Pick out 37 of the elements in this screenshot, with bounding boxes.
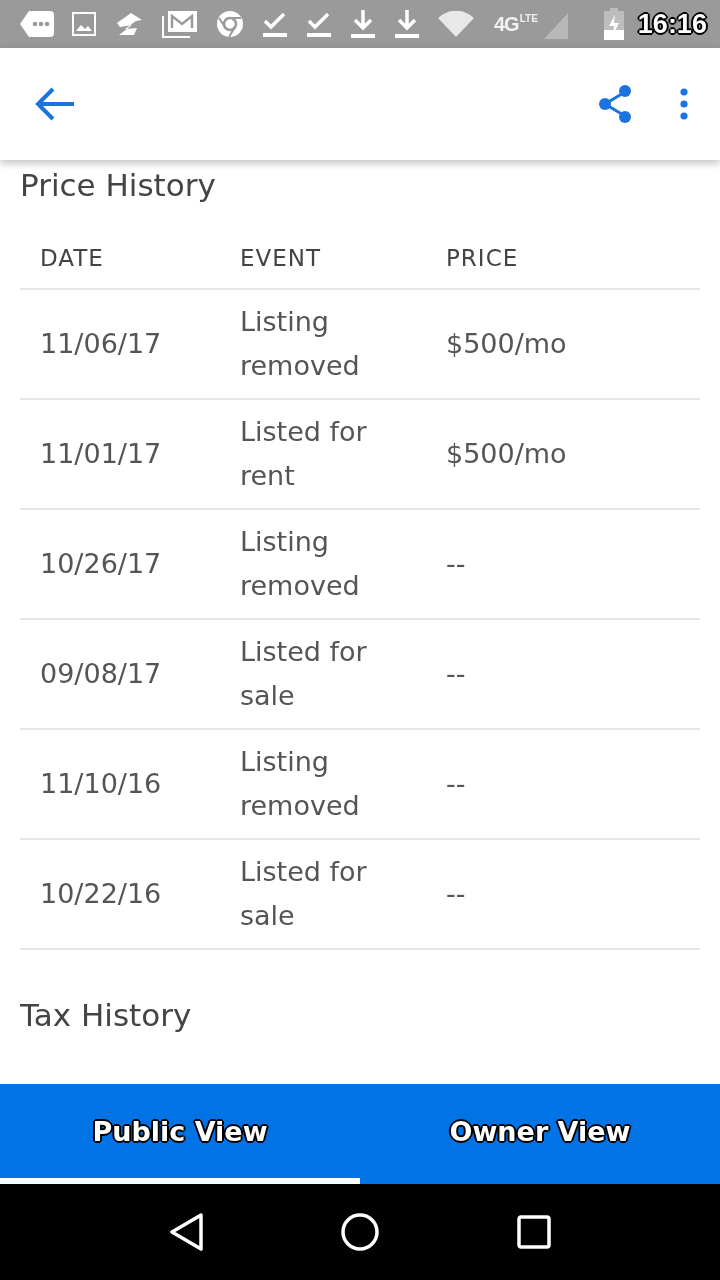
download-icon bbox=[350, 9, 376, 39]
table-cell-text: -- bbox=[446, 767, 466, 801]
clock-time: 16:16 bbox=[637, 8, 707, 40]
mail-icon bbox=[162, 10, 198, 38]
column-header: DATE bbox=[40, 245, 104, 271]
table-cell-text: -- bbox=[446, 657, 466, 691]
download-icon bbox=[394, 9, 420, 39]
check-icon bbox=[306, 10, 332, 38]
table-cell-text: -- bbox=[446, 877, 466, 911]
roof-logo-icon bbox=[114, 11, 144, 37]
network-type: 4G bbox=[494, 13, 519, 35]
table-cell-text: 10/22/16 bbox=[40, 877, 162, 911]
column-header: EVENT bbox=[240, 245, 322, 271]
battery-icon bbox=[603, 8, 624, 40]
table-cell-text: Listing removed bbox=[240, 745, 361, 823]
check-icon bbox=[262, 10, 288, 38]
wifi-icon bbox=[438, 11, 474, 37]
table-cell-text: $500/mo bbox=[446, 327, 567, 361]
table-cell-text: Listed for sale bbox=[240, 855, 368, 933]
tag-dots-icon bbox=[20, 11, 54, 37]
section-title: Tax History bbox=[20, 996, 192, 1035]
image-icon bbox=[72, 12, 96, 36]
table-cell-text: 10/26/17 bbox=[40, 547, 162, 581]
table-cell-text: Listed for sale bbox=[240, 635, 368, 713]
table-cell-text: Listed for rent bbox=[240, 415, 368, 493]
table-cell-text: Listing removed bbox=[240, 525, 361, 603]
table-cell-text: -- bbox=[446, 547, 466, 581]
network-subtype: LTE bbox=[519, 13, 538, 25]
section-title: Price History bbox=[20, 166, 216, 205]
circle-logo-icon bbox=[216, 10, 244, 38]
table-cell-text: 11/10/16 bbox=[40, 767, 162, 801]
table-cell-text: 09/08/17 bbox=[40, 657, 162, 691]
table-cell-text: $500/mo bbox=[446, 437, 567, 471]
table-cell-text: 11/06/17 bbox=[40, 327, 162, 361]
table-cell-text: 11/01/17 bbox=[40, 437, 162, 471]
column-header: PRICE bbox=[446, 245, 519, 271]
table-cell-text: Listing removed bbox=[240, 305, 361, 383]
